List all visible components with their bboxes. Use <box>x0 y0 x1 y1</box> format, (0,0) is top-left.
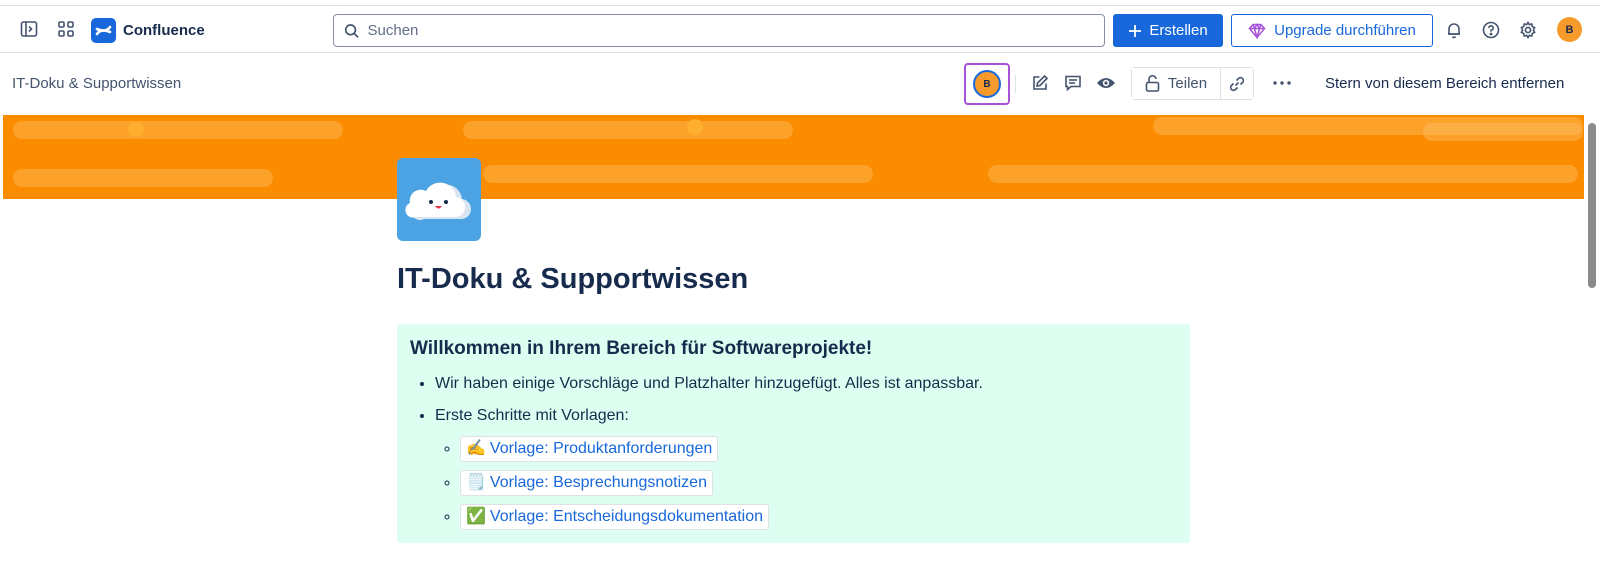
sidebar-toggle-button[interactable] <box>13 13 45 45</box>
panel-heading: Willkommen in Ihrem Bereich für Software… <box>410 338 873 359</box>
template-link-meeting-notes[interactable]: 🗒️ Vorlage: Besprechungsnotizen <box>460 470 713 496</box>
user-avatar[interactable]: B <box>1557 17 1582 42</box>
list-item: ✅Vorlage: Entscheidungsdokumentation <box>460 504 1177 530</box>
template-link-label: Vorlage: Produktanforderungen <box>489 440 713 457</box>
create-button-label: Erstellen <box>1149 22 1208 39</box>
more-actions-button[interactable] <box>1266 67 1298 99</box>
unlock-icon <box>1145 75 1160 92</box>
cloud-icon <box>405 182 472 220</box>
edit-icon <box>1033 74 1049 90</box>
sidebar-toggle-icon <box>20 21 38 37</box>
gear-icon <box>1520 21 1536 39</box>
template-link-label: Vorlage: Entscheidungsdokumentation <box>489 508 763 525</box>
copy-link-button[interactable] <box>1221 68 1253 99</box>
page-title: IT-Doku & Supportwissen <box>397 263 749 295</box>
plus-icon <box>1129 24 1142 37</box>
bell-icon <box>1448 23 1460 39</box>
scrollbar-thumb[interactable] <box>1588 123 1596 288</box>
help-icon <box>1482 21 1500 39</box>
comment-button[interactable] <box>1057 67 1089 99</box>
watch-button[interactable] <box>1090 67 1122 99</box>
check-mark-icon: ✅ <box>466 508 486 525</box>
comment-icon <box>1065 75 1081 92</box>
list-item: Erste Schritte mit Vorlagen: ✍️Vorlage: … <box>435 406 1177 530</box>
template-link-product-requirements[interactable]: ✍️ Vorlage: Produktanforderungen <box>460 436 719 462</box>
user-avatar-initial: B <box>1565 23 1574 36</box>
toolbar-divider <box>1015 75 1016 93</box>
unstar-space-button[interactable]: Stern von diesem Bereich entfernen <box>1325 75 1564 92</box>
confluence-logo[interactable]: Confluence <box>91 18 205 43</box>
search-icon <box>344 23 359 38</box>
list-item: ✍️Vorlage: Produktanforderungen <box>460 436 1177 462</box>
template-list: ✍️Vorlage: Produktanforderungen 🗒️Vorlag… <box>435 436 1177 530</box>
list-item: 🗒️Vorlage: Besprechungsnotizen <box>460 470 1177 496</box>
template-link-label: Vorlage: Besprechungsnotizen <box>489 474 707 491</box>
upgrade-button[interactable]: Upgrade durchführen <box>1231 14 1433 47</box>
app-switcher-button[interactable] <box>50 13 82 45</box>
link-icon <box>1229 76 1245 91</box>
upgrade-button-label: Upgrade durchführen <box>1274 22 1416 39</box>
welcome-panel: Willkommen in Ihrem Bereich für Software… <box>397 324 1190 543</box>
collaborator-avatar-initial: B <box>983 78 991 90</box>
template-link-decision-docs[interactable]: ✅ Vorlage: Entscheidungsdokumentation <box>460 504 769 530</box>
settings-button[interactable] <box>1512 14 1544 46</box>
search-box[interactable] <box>333 14 1105 47</box>
share-button[interactable]: Teilen <box>1132 68 1221 99</box>
eye-icon <box>1097 78 1115 88</box>
notepad-icon: 🗒️ <box>466 474 486 491</box>
bullet-text: Erste Schritte mit Vorlagen: <box>435 407 629 424</box>
space-toolbar: IT-Doku & Supportwissen B Teilen Stern v… <box>0 54 1600 114</box>
more-icon <box>1273 81 1291 85</box>
list-item: Wir haben einige Vorschläge und Platzhal… <box>435 374 1177 394</box>
confluence-logo-icon <box>91 18 116 43</box>
edit-button[interactable] <box>1024 67 1056 99</box>
share-button-label: Teilen <box>1167 75 1208 92</box>
create-button[interactable]: Erstellen <box>1113 14 1223 47</box>
page-scrollbar[interactable] <box>1584 115 1600 577</box>
bullet-text: Wir haben einige Vorschläge und Platzhal… <box>435 375 983 392</box>
collaborator-avatar-button[interactable]: B <box>964 63 1010 105</box>
app-switcher-icon <box>58 21 74 37</box>
diamond-icon <box>1248 22 1266 39</box>
breadcrumb-space-name[interactable]: IT-Doku & Supportwissen <box>12 75 181 92</box>
writing-hand-icon: ✍️ <box>466 440 486 457</box>
share-group: Teilen <box>1131 67 1254 100</box>
panel-list: Wir haben einige Vorschläge und Platzhal… <box>410 374 1177 530</box>
top-navigation: Confluence Erstellen Upgrade durchführen… <box>0 5 1600 53</box>
space-banner <box>3 115 1584 199</box>
collaborator-avatar: B <box>973 70 1001 98</box>
app-name: Confluence <box>123 22 205 39</box>
search-input[interactable] <box>367 22 1104 39</box>
space-avatar <box>397 158 481 241</box>
help-button[interactable] <box>1475 14 1507 46</box>
notifications-button[interactable] <box>1438 14 1470 46</box>
